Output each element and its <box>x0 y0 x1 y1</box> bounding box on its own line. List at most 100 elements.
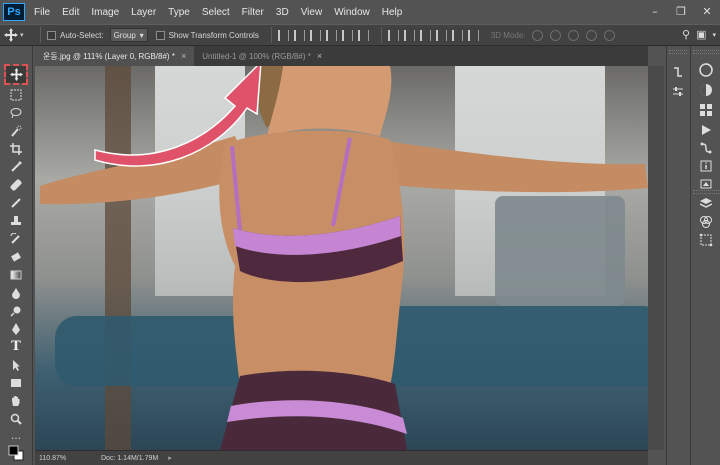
tool-blur[interactable] <box>6 284 26 301</box>
tab-untitled-document[interactable]: Untitled-1 @ 100% (RGB/8#) * × <box>194 46 330 66</box>
menu-layer[interactable]: Layer <box>131 7 156 18</box>
tool-lasso[interactable] <box>6 104 26 121</box>
color-panel-icon[interactable] <box>698 62 714 78</box>
chevron-right-icon[interactable]: ▸ <box>168 454 172 462</box>
tools-panel: T … <box>0 46 33 465</box>
properties-icon[interactable] <box>670 84 686 100</box>
minimize-icon[interactable]: – <box>648 4 662 18</box>
close-icon[interactable]: ✕ <box>700 4 714 18</box>
document-tabs: 운동.jpg @ 111% (Layer 0, RGB/8#) * × Unti… <box>35 46 648 66</box>
tool-move[interactable] <box>4 64 28 85</box>
distribute-left-icon[interactable] <box>435 29 447 41</box>
vertical-scrollbar[interactable] <box>648 66 664 450</box>
workspace-icon[interactable]: ▣ <box>696 28 706 41</box>
align-right-icon[interactable] <box>357 29 369 41</box>
history-icon[interactable] <box>670 64 686 80</box>
tool-crop[interactable] <box>6 140 26 157</box>
eraser-icon <box>11 251 21 262</box>
panel-grip[interactable] <box>693 190 719 194</box>
tool-zoom[interactable] <box>6 410 26 427</box>
history-brush-icon <box>10 232 20 244</box>
tool-more[interactable]: … <box>6 428 26 445</box>
align-left-icon[interactable] <box>325 29 337 41</box>
tool-preset-picker[interactable]: ▾ <box>4 26 34 44</box>
align-top-icon[interactable] <box>277 29 289 41</box>
distribute-right-icon[interactable] <box>467 29 479 41</box>
paths-icon[interactable] <box>698 140 714 156</box>
close-icon[interactable]: × <box>317 51 322 61</box>
menu-edit[interactable]: Edit <box>62 7 79 18</box>
chevron-down-icon[interactable]: ▾ <box>712 31 716 39</box>
rectangle-icon <box>11 378 21 387</box>
info-icon[interactable] <box>698 158 714 174</box>
3d-scale-icon[interactable] <box>603 29 615 41</box>
tool-clone-stamp[interactable] <box>6 212 26 229</box>
annotation-arrow <box>94 66 262 167</box>
document-canvas[interactable] <box>35 66 648 450</box>
tab-active-document[interactable]: 운동.jpg @ 111% (Layer 0, RGB/8#) * × <box>35 46 195 66</box>
tool-eraser[interactable] <box>6 248 26 265</box>
align-bottom-icon[interactable] <box>309 29 321 41</box>
align-vcenter-icon[interactable] <box>293 29 305 41</box>
menu-window[interactable]: Window <box>334 7 370 18</box>
tool-eyedropper[interactable] <box>6 158 26 175</box>
play-icon[interactable] <box>698 122 714 138</box>
auto-select-checkbox[interactable] <box>47 30 56 40</box>
tool-quick-select[interactable] <box>6 122 26 139</box>
menu-image[interactable]: Image <box>91 7 119 18</box>
close-icon[interactable]: × <box>181 51 186 61</box>
path-select-icon <box>13 359 20 371</box>
move-icon <box>9 68 23 81</box>
tool-path-select[interactable] <box>6 356 26 373</box>
3d-rotate-icon[interactable] <box>531 29 543 41</box>
eyedropper-icon <box>11 161 22 172</box>
distribute-bottom-icon[interactable] <box>419 29 431 41</box>
menu-help[interactable]: Help <box>382 7 403 18</box>
channels-icon[interactable] <box>698 214 714 230</box>
tool-marquee[interactable] <box>6 86 26 103</box>
clone-stamp-icon <box>11 215 21 225</box>
tool-type[interactable]: T <box>6 338 26 355</box>
menu-3d[interactable]: 3D <box>276 7 289 18</box>
zoom-icon <box>10 413 22 425</box>
divider <box>380 27 382 43</box>
auto-select-value: Group <box>113 30 136 40</box>
auto-select-dropdown[interactable]: Group ▾ <box>109 28 148 42</box>
menu-view[interactable]: View <box>301 7 323 18</box>
align-group <box>277 29 369 41</box>
swatches-icon[interactable] <box>698 102 714 118</box>
tool-gradient[interactable] <box>6 266 26 283</box>
zoom-level[interactable]: 110.87% <box>35 455 95 462</box>
color-swatch-icon <box>8 445 24 460</box>
distribute-top-icon[interactable] <box>387 29 399 41</box>
3d-slide-icon[interactable] <box>585 29 597 41</box>
menu-type[interactable]: Type <box>168 7 190 18</box>
3d-roll-icon[interactable] <box>549 29 561 41</box>
panel-grip[interactable] <box>693 50 719 54</box>
3d-pan-icon[interactable] <box>567 29 579 41</box>
healing-brush-icon <box>10 178 22 191</box>
tool-history-brush[interactable] <box>6 230 26 247</box>
tool-dodge[interactable] <box>6 302 26 319</box>
photoshop-logo: Ps <box>3 3 25 21</box>
tool-healing[interactable] <box>6 176 26 193</box>
tab-label: Untitled-1 @ 100% (RGB/8#) * <box>202 51 311 61</box>
color-swatches[interactable] <box>6 444 26 461</box>
distribute-vcenter-icon[interactable] <box>403 29 415 41</box>
tool-pen[interactable] <box>6 320 26 337</box>
adjustments-icon[interactable] <box>698 82 714 98</box>
menu-file[interactable]: File <box>34 7 50 18</box>
restore-icon[interactable]: ❐ <box>674 4 688 18</box>
align-hcenter-icon[interactable] <box>341 29 353 41</box>
panel-grip[interactable] <box>669 50 687 54</box>
tool-rectangle[interactable] <box>6 374 26 391</box>
menu-select[interactable]: Select <box>202 7 230 18</box>
tool-hand[interactable] <box>6 392 26 409</box>
search-icon[interactable]: ⚲ <box>682 28 690 41</box>
distribute-hcenter-icon[interactable] <box>451 29 463 41</box>
layers-icon[interactable] <box>698 196 714 212</box>
show-transform-checkbox[interactable] <box>155 30 165 40</box>
menu-filter[interactable]: Filter <box>242 7 264 18</box>
paths-panel-icon[interactable] <box>698 232 714 248</box>
tool-brush[interactable] <box>6 194 26 211</box>
